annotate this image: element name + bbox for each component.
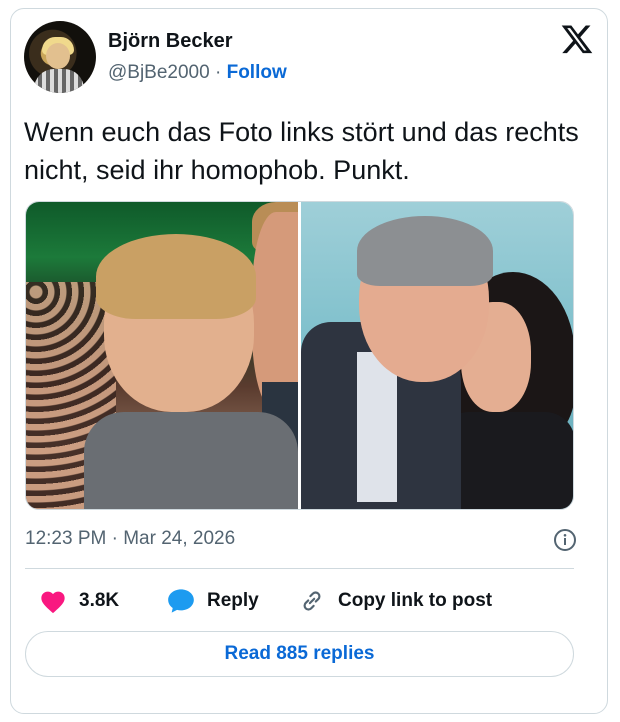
couple-kissing-photo-right[interactable] — [301, 202, 573, 509]
action-bar: 3.8K Reply Copy link to post — [25, 588, 585, 626]
separator-dot: · — [214, 62, 222, 83]
like-count: 3.8K — [79, 590, 120, 611]
heart-icon — [41, 591, 65, 614]
divider-line — [25, 568, 574, 569]
reply-bubble-icon — [168, 589, 194, 613]
link-icon — [303, 591, 321, 611]
tweet-media[interactable] — [25, 201, 574, 510]
couple-kissing-photo-left[interactable] — [26, 202, 298, 509]
author-avatar[interactable] — [24, 21, 96, 93]
copy-link-button[interactable]: Copy link to post — [298, 588, 492, 614]
x-logo-icon[interactable] — [560, 22, 594, 56]
like-button[interactable]: 3.8K — [39, 588, 119, 614]
author-name[interactable]: Björn Becker — [108, 30, 233, 53]
author-handle-row: @BjBe2000 · Follow — [108, 62, 287, 84]
follow-button[interactable]: Follow — [227, 62, 287, 83]
copy-link-label: Copy link to post — [338, 590, 493, 611]
author-handle[interactable]: @BjBe2000 — [108, 62, 210, 83]
info-icon[interactable] — [553, 528, 577, 552]
reply-label: Reply — [207, 590, 259, 611]
read-replies-button[interactable]: Read 885 replies — [25, 631, 574, 677]
tweet-timestamp[interactable]: 12:23 PM · Mar 24, 2026 — [25, 528, 235, 550]
reply-button[interactable]: Reply — [167, 588, 259, 614]
tweet-text: Wenn euch das Foto links stört und das r… — [24, 117, 579, 185]
